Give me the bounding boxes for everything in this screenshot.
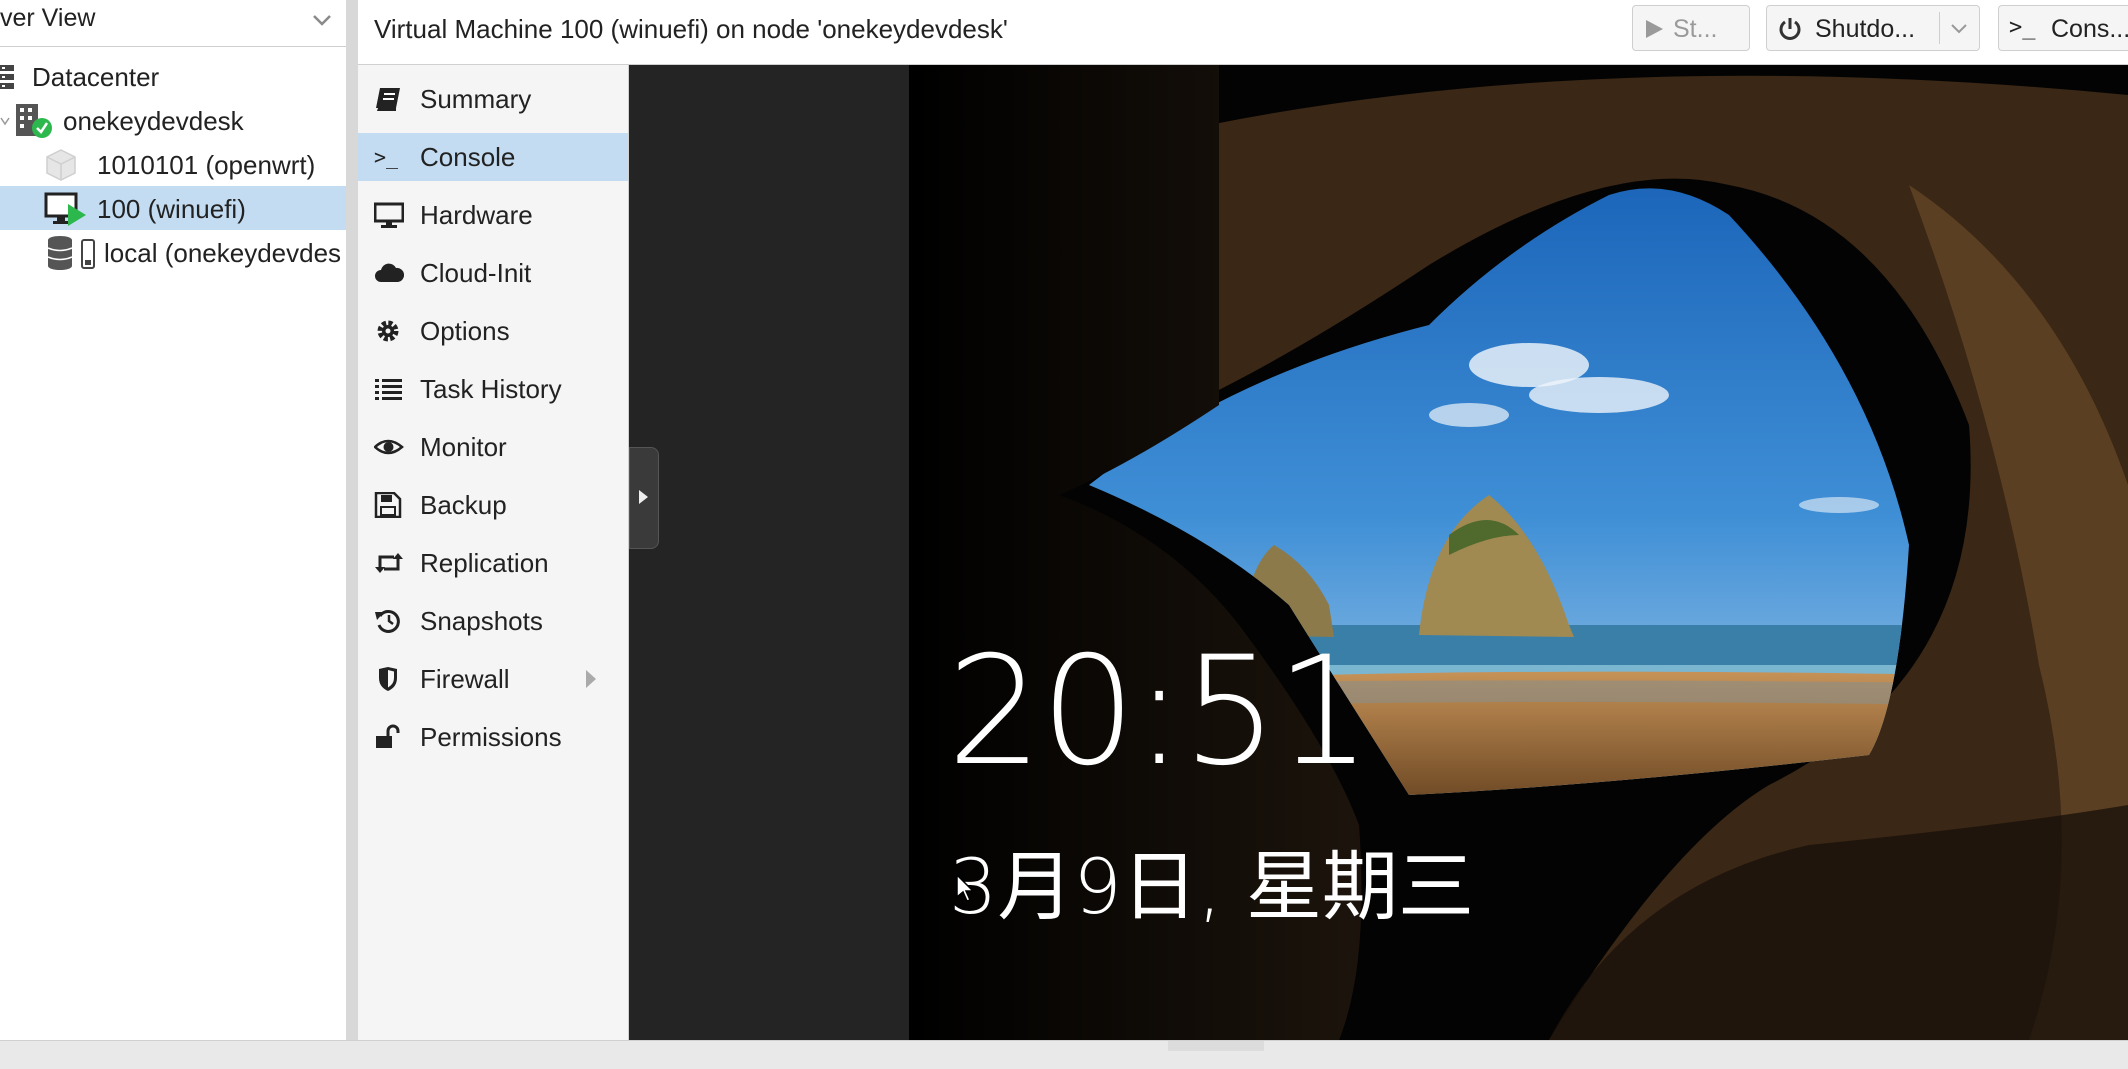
menu-item-permissions[interactable]: Permissions xyxy=(358,713,628,761)
tree-item-label: Datacenter xyxy=(32,62,160,92)
panel-splitter[interactable] xyxy=(346,0,358,1040)
tree-item-label: onekeydevdesk xyxy=(63,106,244,136)
container-icon xyxy=(46,149,76,181)
tree-item-label: 100 (winuefi) xyxy=(97,194,246,224)
retweet-icon xyxy=(375,553,403,573)
play-icon xyxy=(1646,20,1663,38)
tree-item-container[interactable]: 1010101 (openwrt) xyxy=(0,142,346,186)
content-header: Virtual Machine 100 (winuefi) on node 'o… xyxy=(358,0,2128,65)
unlock-icon xyxy=(376,724,400,748)
lock-screen-date: 3月9日, 星期三 xyxy=(949,842,1475,931)
cloud-icon xyxy=(375,263,404,282)
lock-screen-time: 20:51 xyxy=(947,625,1371,799)
shield-icon xyxy=(379,667,397,691)
tree-item-storage[interactable]: local (onekeydevdes xyxy=(0,230,346,274)
resource-tree-panel: ver View Datacenter onekeydevdesk 101010… xyxy=(0,0,346,1040)
menu-item-snapshots[interactable]: Snapshots xyxy=(358,597,628,645)
tree-item-vm-100[interactable]: 100 (winuefi) xyxy=(0,186,346,230)
monitor-icon xyxy=(374,202,404,228)
menu-item-task-history[interactable]: Task History xyxy=(358,365,628,413)
terminal-icon: >_ xyxy=(374,145,399,169)
menu-item-summary[interactable]: Summary xyxy=(358,75,628,123)
view-selector[interactable]: ver View xyxy=(0,0,346,47)
menu-item-cloud-init[interactable]: Cloud-Init xyxy=(358,249,628,297)
bottom-log-panel xyxy=(0,1040,2128,1069)
button-divider xyxy=(1939,12,1940,44)
menu-item-replication[interactable]: Replication xyxy=(358,539,628,587)
menu-item-backup[interactable]: Backup xyxy=(358,481,628,529)
collapse-panel-handle[interactable] xyxy=(629,447,659,549)
start-button[interactable]: St... xyxy=(1632,5,1750,51)
submenu-arrow-icon[interactable] xyxy=(586,670,596,688)
bottom-panel-resize-grip[interactable] xyxy=(1168,1041,1264,1051)
vm-menu: Summary >_ Console Hardware Cloud-Init O… xyxy=(358,65,629,1040)
menu-item-options[interactable]: Options xyxy=(358,307,628,355)
history-icon xyxy=(375,609,400,633)
floppy-icon xyxy=(374,492,402,518)
shutdown-button[interactable]: Shutdo... xyxy=(1766,5,1980,51)
list-icon xyxy=(375,379,402,400)
terminal-icon: >_ xyxy=(2009,15,2036,40)
menu-item-hardware[interactable]: Hardware xyxy=(358,191,628,239)
power-icon xyxy=(1779,18,1801,40)
chevron-down-icon xyxy=(313,15,331,26)
menu-item-monitor[interactable]: Monitor xyxy=(358,423,628,471)
chevron-down-icon[interactable] xyxy=(1949,20,1969,38)
storage-icon xyxy=(47,236,95,270)
gear-icon xyxy=(377,320,399,342)
menu-item-firewall[interactable]: Firewall xyxy=(358,655,628,703)
book-icon xyxy=(376,88,400,111)
tree-item-label: local (onekeydevdes xyxy=(104,238,342,268)
view-selector-label: ver View xyxy=(0,4,96,32)
datacenter-icon xyxy=(0,65,14,89)
eye-icon xyxy=(374,439,404,455)
console-view[interactable]: 20:51 3月9日, 星期三 xyxy=(629,65,2128,1040)
tree-item-node[interactable]: onekeydevdesk xyxy=(0,98,346,142)
tree-item-label: 1010101 (openwrt) xyxy=(97,150,316,180)
menu-item-console[interactable]: >_ Console xyxy=(358,133,628,181)
mouse-cursor-icon xyxy=(956,873,975,902)
tree-item-datacenter[interactable]: Datacenter xyxy=(0,54,346,98)
node-online-icon xyxy=(16,104,52,138)
tree-expand-icon[interactable] xyxy=(0,114,10,128)
console-button[interactable]: >_ Cons... xyxy=(1998,5,2128,51)
caret-right-icon xyxy=(639,490,648,504)
vm-lock-screen[interactable]: 20:51 3月9日, 星期三 xyxy=(909,65,2128,1040)
vm-running-icon xyxy=(44,192,86,226)
page-title: Virtual Machine 100 (winuefi) on node 'o… xyxy=(374,14,1008,44)
